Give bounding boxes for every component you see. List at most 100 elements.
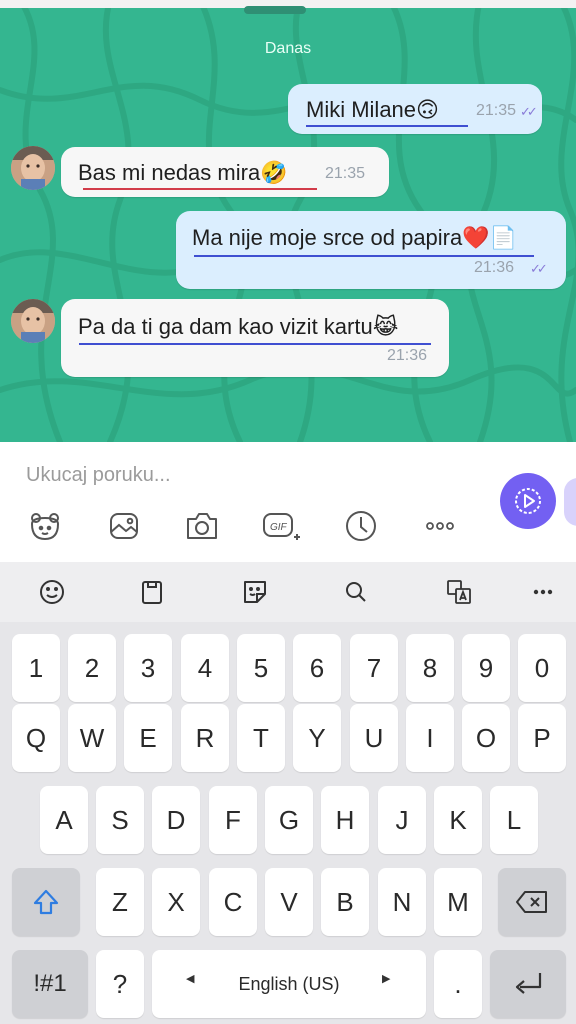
key-2[interactable]: 2 [68, 634, 116, 702]
space-bar[interactable]: ◀ English (US) ▶ [152, 950, 426, 1018]
message-bubble-outgoing[interactable]: Ma nije moje srce od papira❤️📄 21:36 ✓✓ [176, 211, 566, 289]
camera-button[interactable] [182, 506, 222, 546]
video-message-icon [515, 488, 541, 514]
gallery-icon [110, 513, 138, 539]
read-ticks-icon: ✓✓ [530, 261, 548, 276]
key-u[interactable]: U [350, 704, 398, 772]
message-text: Bas mi nedas mira🤣 [78, 160, 288, 185]
clipboard-icon [142, 581, 162, 604]
clipboard-button[interactable] [134, 574, 170, 610]
sticker-icon [244, 581, 266, 603]
read-ticks-icon: ✓✓ [520, 104, 538, 119]
question-mark-key[interactable]: ? [96, 950, 144, 1018]
avatar-image [11, 299, 55, 343]
key-5[interactable]: 5 [237, 634, 285, 702]
key-i[interactable]: I [406, 704, 454, 772]
key-e[interactable]: E [124, 704, 172, 772]
keyboard-toolbar [0, 562, 576, 622]
key-l[interactable]: L [490, 786, 538, 854]
key-a[interactable]: A [40, 786, 88, 854]
translate-icon [447, 580, 471, 604]
key-g[interactable]: G [265, 786, 313, 854]
key-h[interactable]: H [321, 786, 369, 854]
more-icon [426, 522, 454, 530]
enter-key[interactable] [490, 950, 566, 1018]
key-b[interactable]: B [321, 868, 369, 936]
more-options-button[interactable] [420, 506, 460, 546]
key-n[interactable]: N [378, 868, 426, 936]
key-8[interactable]: 8 [406, 634, 454, 702]
message-bubble-incoming[interactable]: Bas mi nedas mira🤣 21:35 [61, 147, 389, 197]
key-r[interactable]: R [181, 704, 229, 772]
key-4[interactable]: 4 [181, 634, 229, 702]
key-z[interactable]: Z [96, 868, 144, 936]
sticker-keyboard-button[interactable] [237, 574, 273, 610]
key-f[interactable]: F [209, 786, 257, 854]
spellcheck-underline [306, 125, 468, 127]
key-s[interactable]: S [96, 786, 144, 854]
camera-icon [187, 513, 217, 539]
key-q[interactable]: Q [12, 704, 60, 772]
key-3[interactable]: 3 [124, 634, 172, 702]
sticker-button[interactable] [25, 506, 65, 546]
key-t[interactable]: T [237, 704, 285, 772]
spellcheck-underline [194, 255, 534, 257]
date-separator: Danas [264, 40, 312, 57]
emoji-icon [40, 580, 64, 604]
backspace-key[interactable] [498, 868, 566, 936]
gallery-button[interactable] [104, 506, 144, 546]
message-time: 21:36 [474, 259, 515, 276]
key-c[interactable]: C [209, 868, 257, 936]
message-bubble-outgoing[interactable]: Miki Milane🙃 21:35 ✓✓ [288, 84, 542, 134]
message-time: 21:36 [387, 347, 428, 364]
gif-button[interactable]: GIF [261, 506, 301, 546]
key-w[interactable]: W [68, 704, 116, 772]
key-p[interactable]: P [518, 704, 566, 772]
translate-button[interactable] [441, 574, 477, 610]
key-0[interactable]: 0 [518, 634, 566, 702]
message-text: Pa da ti ga dam kao vizit kartu😹 [78, 314, 399, 339]
symbols-key[interactable]: !#1 [12, 950, 88, 1018]
svg-text:GIF: GIF [270, 522, 288, 533]
message-time: 21:35 [476, 102, 517, 119]
message-time: 21:35 [325, 165, 366, 182]
key-k[interactable]: K [434, 786, 482, 854]
language-left-arrow-icon: ◀ [186, 973, 195, 985]
drag-handle[interactable] [244, 6, 306, 14]
key-y[interactable]: Y [293, 704, 341, 772]
period-key[interactable]: . [434, 950, 482, 1018]
key-9[interactable]: 9 [462, 634, 510, 702]
message-bubble-incoming[interactable]: Pa da ti ga dam kao vizit kartu😹 21:36 [61, 299, 449, 377]
backspace-icon [516, 891, 547, 913]
chat-area[interactable]: Danas Miki Milane🙃 21:35 ✓✓ Bas mi nedas… [0, 0, 576, 442]
language-right-arrow-icon: ▶ [382, 973, 391, 985]
contact-avatar[interactable] [11, 299, 55, 343]
search-icon [346, 582, 366, 602]
secondary-action-button[interactable] [564, 478, 576, 526]
key-v[interactable]: V [265, 868, 313, 936]
keyboard-more-button[interactable] [525, 574, 561, 610]
search-button[interactable] [338, 574, 374, 610]
key-7[interactable]: 7 [350, 634, 398, 702]
sticker-icon [30, 513, 60, 541]
voice-video-message-button[interactable] [500, 473, 556, 529]
enter-icon [515, 973, 542, 994]
shift-key[interactable] [12, 868, 80, 936]
message-input[interactable] [26, 460, 466, 490]
key-x[interactable]: X [152, 868, 200, 936]
message-composer: GIF [0, 442, 576, 562]
contact-avatar[interactable] [11, 146, 55, 190]
key-o[interactable]: O [462, 704, 510, 772]
key-6[interactable]: 6 [293, 634, 341, 702]
message-text: Miki Milane🙃 [306, 97, 439, 122]
keyboard: 1 2 3 4 5 6 7 8 9 0 Q W E R T Y U I O P … [0, 562, 576, 1024]
timer-button[interactable] [341, 506, 381, 546]
key-j[interactable]: J [378, 786, 426, 854]
spellcheck-underline [79, 343, 431, 345]
shift-icon [33, 889, 59, 915]
key-m[interactable]: M [434, 868, 482, 936]
key-1[interactable]: 1 [12, 634, 60, 702]
avatar-image [11, 146, 55, 190]
key-d[interactable]: D [152, 786, 200, 854]
emoji-button[interactable] [34, 574, 70, 610]
